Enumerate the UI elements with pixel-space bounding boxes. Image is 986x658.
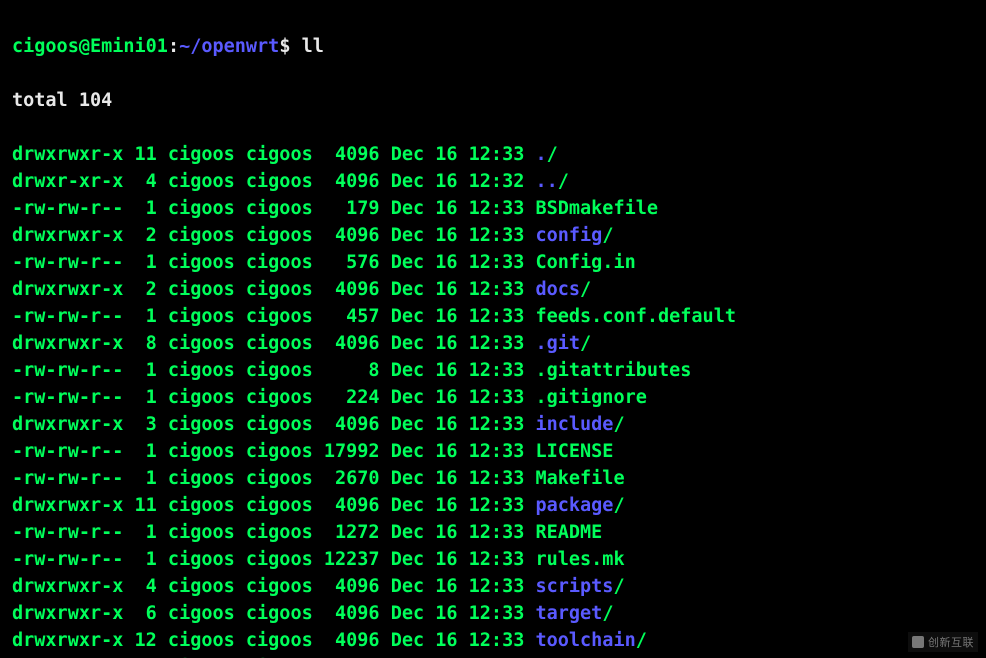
row-meta: drwxrwxr-x 11 cigoos cigoos 4096 Dec 16 …	[12, 144, 535, 165]
listing-row: drwxrwxr-x 4 cigoos cigoos 4096 Dec 16 1…	[12, 573, 976, 600]
row-meta: drwxrwxr-x 8 cigoos cigoos 4096 Dec 16 1…	[12, 333, 535, 354]
row-meta: -rw-rw-r-- 1 cigoos cigoos 457 Dec 16 12…	[12, 306, 535, 327]
listing-row: -rw-rw-r-- 1 cigoos cigoos 2670 Dec 16 1…	[12, 465, 976, 492]
prompt-host: Emini01	[90, 36, 168, 57]
listing-row: drwxrwxr-x 57 cigoos cigoos 4096 Dec 16 …	[12, 654, 976, 658]
prompt-dollar: $	[279, 36, 301, 57]
watermark-icon	[912, 636, 924, 648]
row-meta: -rw-rw-r-- 1 cigoos cigoos 12237 Dec 16 …	[12, 549, 535, 570]
terminal[interactable]: cigoos@Emini01:~/openwrt$ ll total 104 d…	[0, 0, 986, 658]
watermark-text: 创新互联	[928, 634, 974, 650]
row-filename: config	[535, 225, 602, 246]
row-suffix: /	[558, 171, 569, 192]
row-filename: scripts	[535, 576, 613, 597]
typed-command: ll	[302, 36, 324, 57]
row-suffix: /	[580, 279, 591, 300]
row-meta: drwxrwxr-x 4 cigoos cigoos 4096 Dec 16 1…	[12, 576, 535, 597]
watermark: 创新互联	[908, 632, 978, 652]
row-meta: drwxrwxr-x 2 cigoos cigoos 4096 Dec 16 1…	[12, 225, 535, 246]
row-filename: rules.mk	[535, 549, 624, 570]
row-filename: toolchain	[535, 630, 635, 651]
listing-row: drwxrwxr-x 2 cigoos cigoos 4096 Dec 16 1…	[12, 276, 976, 303]
listing-row: drwxr-xr-x 4 cigoos cigoos 4096 Dec 16 1…	[12, 168, 976, 195]
listing-row: -rw-rw-r-- 1 cigoos cigoos 12237 Dec 16 …	[12, 546, 976, 573]
file-listing: drwxrwxr-x 11 cigoos cigoos 4096 Dec 16 …	[12, 141, 976, 658]
row-filename: include	[535, 414, 613, 435]
row-suffix: /	[547, 144, 558, 165]
row-meta: drwxrwxr-x 12 cigoos cigoos 4096 Dec 16 …	[12, 630, 535, 651]
prompt-path: ~/openwrt	[179, 36, 279, 57]
row-filename: README	[535, 522, 602, 543]
row-suffix: /	[636, 630, 647, 651]
row-filename: docs	[535, 279, 580, 300]
prompt-line-1: cigoos@Emini01:~/openwrt$ ll	[12, 33, 976, 60]
row-suffix: /	[580, 333, 591, 354]
listing-row: -rw-rw-r-- 1 cigoos cigoos 179 Dec 16 12…	[12, 195, 976, 222]
total-line: total 104	[12, 87, 976, 114]
row-meta: -rw-rw-r-- 1 cigoos cigoos 179 Dec 16 12…	[12, 198, 535, 219]
row-filename: .gitattributes	[535, 360, 691, 381]
row-meta: -rw-rw-r-- 1 cigoos cigoos 2670 Dec 16 1…	[12, 468, 535, 489]
row-filename: BSDmakefile	[535, 198, 658, 219]
row-filename: target	[535, 603, 602, 624]
listing-row: -rw-rw-r-- 1 cigoos cigoos 1272 Dec 16 1…	[12, 519, 976, 546]
row-meta: -rw-rw-r-- 1 cigoos cigoos 8 Dec 16 12:3…	[12, 360, 535, 381]
listing-row: drwxrwxr-x 8 cigoos cigoos 4096 Dec 16 1…	[12, 330, 976, 357]
row-suffix: /	[613, 414, 624, 435]
listing-row: -rw-rw-r-- 1 cigoos cigoos 224 Dec 16 12…	[12, 384, 976, 411]
row-suffix: /	[613, 576, 624, 597]
row-filename: Config.in	[535, 252, 635, 273]
row-filename: Makefile	[535, 468, 624, 489]
listing-row: -rw-rw-r-- 1 cigoos cigoos 8 Dec 16 12:3…	[12, 357, 976, 384]
row-meta: drwxrwxr-x 2 cigoos cigoos 4096 Dec 16 1…	[12, 279, 535, 300]
row-meta: -rw-rw-r-- 1 cigoos cigoos 576 Dec 16 12…	[12, 252, 535, 273]
row-filename: .git	[535, 333, 580, 354]
row-meta: drwxrwxr-x 3 cigoos cigoos 4096 Dec 16 1…	[12, 414, 535, 435]
row-meta: drwxr-xr-x 4 cigoos cigoos 4096 Dec 16 1…	[12, 171, 535, 192]
listing-row: drwxrwxr-x 3 cigoos cigoos 4096 Dec 16 1…	[12, 411, 976, 438]
row-meta: drwxrwxr-x 11 cigoos cigoos 4096 Dec 16 …	[12, 495, 535, 516]
prompt-colon: :	[168, 36, 179, 57]
row-suffix: /	[602, 603, 613, 624]
row-filename: package	[535, 495, 613, 516]
row-filename: .gitignore	[535, 387, 646, 408]
listing-row: -rw-rw-r-- 1 cigoos cigoos 457 Dec 16 12…	[12, 303, 976, 330]
row-filename: ..	[535, 171, 557, 192]
listing-row: drwxrwxr-x 11 cigoos cigoos 4096 Dec 16 …	[12, 492, 976, 519]
prompt-user: cigoos	[12, 36, 79, 57]
row-filename: LICENSE	[535, 441, 613, 462]
row-meta: -rw-rw-r-- 1 cigoos cigoos 1272 Dec 16 1…	[12, 522, 535, 543]
listing-row: drwxrwxr-x 2 cigoos cigoos 4096 Dec 16 1…	[12, 222, 976, 249]
row-meta: -rw-rw-r-- 1 cigoos cigoos 17992 Dec 16 …	[12, 441, 535, 462]
listing-row: drwxrwxr-x 6 cigoos cigoos 4096 Dec 16 1…	[12, 600, 976, 627]
listing-row: drwxrwxr-x 12 cigoos cigoos 4096 Dec 16 …	[12, 627, 976, 654]
row-filename: .	[535, 144, 546, 165]
row-suffix: /	[613, 495, 624, 516]
prompt-at: @	[79, 36, 90, 57]
listing-row: -rw-rw-r-- 1 cigoos cigoos 17992 Dec 16 …	[12, 438, 976, 465]
listing-row: -rw-rw-r-- 1 cigoos cigoos 576 Dec 16 12…	[12, 249, 976, 276]
row-suffix: /	[602, 225, 613, 246]
row-filename: feeds.conf.default	[535, 306, 735, 327]
row-meta: drwxrwxr-x 6 cigoos cigoos 4096 Dec 16 1…	[12, 603, 535, 624]
row-meta: -rw-rw-r-- 1 cigoos cigoos 224 Dec 16 12…	[12, 387, 535, 408]
listing-row: drwxrwxr-x 11 cigoos cigoos 4096 Dec 16 …	[12, 141, 976, 168]
